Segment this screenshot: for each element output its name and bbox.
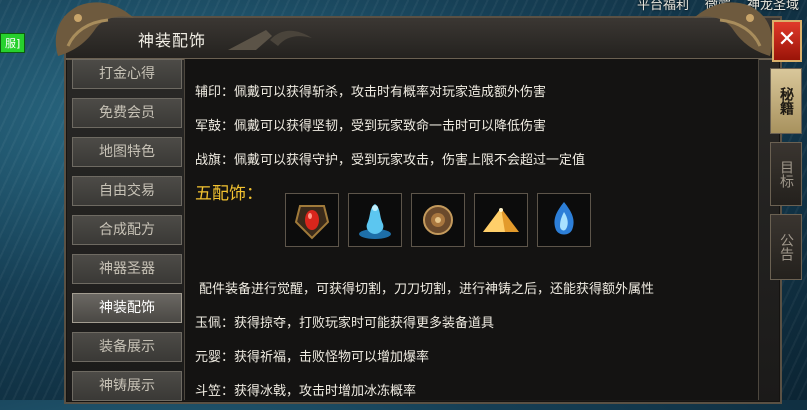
menu-item-gold-tips[interactable]: 打金心得 [72, 59, 182, 89]
dragon-ornament-left-icon [55, 2, 134, 56]
desc-line-drum: 军鼓：佩戴可以获得坚韧，受到玩家致命一击时可以降低伤害 [195, 119, 547, 134]
blue-flame-orb-icon [554, 202, 574, 235]
tab-goals[interactable]: 目标 [770, 142, 802, 206]
content-area: 辅印：佩戴可以获得斩杀，攻击时有概率对玩家造成额外伤害 军鼓：佩戴可以获得坚韧，… [184, 59, 759, 400]
desc-line-hat: 斗笠：获得冰戟，攻击时增加冰冻概率 [195, 384, 417, 399]
close-button[interactable]: ✕ [772, 20, 802, 62]
item-slot[interactable] [411, 193, 465, 247]
menu-item-equipment-display[interactable]: 装备展示 [72, 332, 182, 362]
menu-item-forging-display[interactable]: 神铸展示 [72, 371, 182, 401]
desc-line-jade: 玉佩：获得掠夺，打败玩家时可能获得更多装备道具 [195, 316, 495, 331]
title-bar: 神装配饰 [66, 18, 780, 60]
desc-line-awaken: 配件装备进行觉醒，可获得切割，刀刀切割，进行神铸之后，还能获得额外属性 [199, 282, 655, 297]
item-slot[interactable] [474, 193, 528, 247]
accessory-icons [285, 193, 591, 247]
top-link-welfare[interactable]: 平台福利 [637, 0, 689, 14]
side-menu: 打金心得 免费会员 地图特色 自由交易 合成配方 神器圣器 神装配饰 装备展示 … [72, 59, 182, 410]
menu-item-synthesis[interactable]: 合成配方 [72, 215, 182, 245]
menu-item-free-vip[interactable]: 免费会员 [72, 98, 182, 128]
title-ornament-icon [228, 30, 312, 50]
blue-spirit-figure-icon [359, 204, 391, 239]
menu-item-artifacts[interactable]: 神器圣器 [72, 254, 182, 284]
golden-pyramid-icon [483, 208, 519, 232]
server-badge: 服] [0, 33, 26, 53]
tab-secrets[interactable]: 秘籍 [770, 68, 802, 134]
desc-line-flag: 战旗：佩戴可以获得守护，受到玩家攻击，伤害上限不会超过一定值 [195, 153, 586, 168]
item-slot[interactable] [285, 193, 339, 247]
red-gem-amulet-icon [294, 205, 330, 240]
tab-announcements[interactable]: 公告 [770, 214, 802, 280]
round-shield-medal-icon [423, 205, 453, 235]
section-heading: 五配饰： [195, 184, 263, 204]
menu-item-accessories[interactable]: 神装配饰 [72, 293, 182, 323]
item-slot[interactable] [348, 193, 402, 247]
window-title: 神装配饰 [138, 31, 207, 50]
menu-item-map-features[interactable]: 地图特色 [72, 137, 182, 167]
desc-line-seal: 辅印：佩戴可以获得斩杀，攻击时有概率对玩家造成额外伤害 [195, 85, 547, 100]
desc-line-infant: 元婴：获得祈福，击败怪物可以增加爆率 [195, 350, 430, 365]
dragon-ornament-right-icon [694, 2, 773, 56]
item-slot[interactable] [537, 193, 591, 247]
menu-item-free-trade[interactable]: 自由交易 [72, 176, 182, 206]
